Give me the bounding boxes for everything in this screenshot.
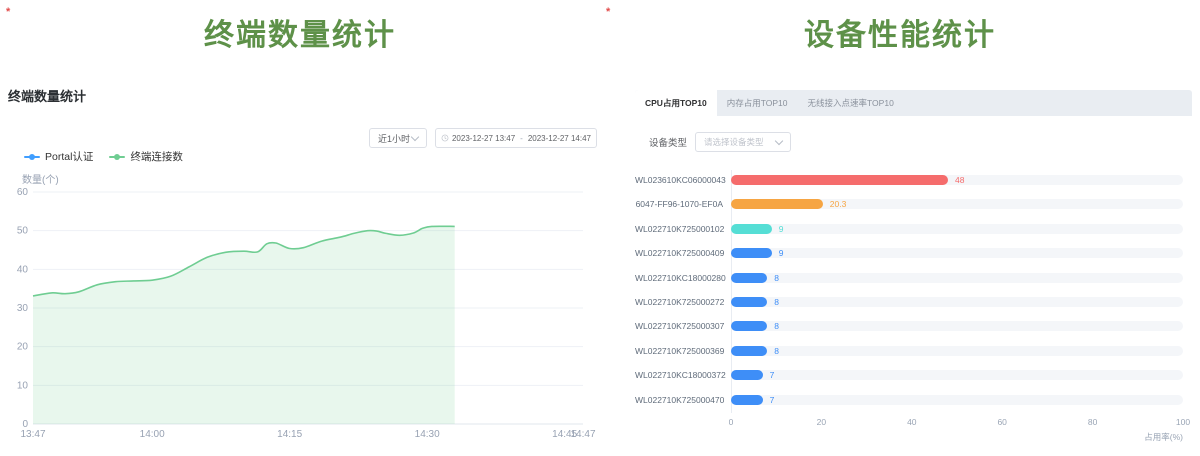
bar-WL022710K725000409 bbox=[731, 248, 772, 258]
bar-category-label: WL022710K725000102 bbox=[635, 224, 723, 234]
clock-icon bbox=[441, 133, 449, 143]
time-controls: 近1小时 2023-12-27 13:47 - 2023-12-27 14:47 bbox=[369, 128, 597, 148]
bar-WL022710KC18000280 bbox=[731, 273, 767, 283]
x-tick-label: 14:30 bbox=[415, 429, 440, 440]
x-tick-label: 40 bbox=[900, 417, 924, 427]
chart-legend: Portal认证 终端连接数 bbox=[24, 149, 183, 164]
legend-dot-icon bbox=[114, 154, 120, 160]
bar-value-label: 48 bbox=[955, 176, 964, 185]
bar-value-label: 9 bbox=[779, 225, 784, 234]
bar-category-label: WL022710KC18000280 bbox=[635, 273, 723, 283]
bar-track bbox=[731, 273, 1183, 283]
legend-dot-icon bbox=[29, 154, 35, 160]
bar-track bbox=[731, 346, 1183, 356]
y-tick-label: 60 bbox=[17, 187, 29, 198]
bar-category-label: WL022710K725000272 bbox=[635, 297, 723, 307]
terminal-connections-area bbox=[33, 226, 455, 424]
bar-value-label: 8 bbox=[774, 347, 779, 356]
bar-WL022710KC18000372 bbox=[731, 370, 763, 380]
legend-marker-icon bbox=[109, 156, 125, 158]
cpu-top10-bar-chart: WL023610KC06000043 48 6047-FF96-1070-EF0A 2… bbox=[635, 90, 1192, 456]
x-tick-label: 60 bbox=[990, 417, 1014, 427]
bar-value-label: 20.3 bbox=[830, 200, 847, 209]
bar-track bbox=[731, 224, 1183, 234]
y-tick-label: 50 bbox=[17, 226, 29, 237]
bar-WL022710K725000307 bbox=[731, 321, 767, 331]
bar-track bbox=[731, 297, 1183, 307]
bar-category-label: 6047-FF96-1070-EF0A bbox=[635, 199, 723, 209]
legend-item-portal-auth[interactable]: Portal认证 bbox=[24, 149, 93, 164]
bar-track bbox=[731, 395, 1183, 405]
left-chart-title: 终端数量统计 bbox=[8, 86, 86, 105]
x-tick-label: 14:47 bbox=[570, 429, 595, 440]
bar-WL022710K725000369 bbox=[731, 346, 767, 356]
x-tick-label: 14:15 bbox=[277, 429, 302, 440]
bar-category-label: WL022710K725000307 bbox=[635, 321, 723, 331]
bar-category-label: WL023610KC06000043 bbox=[635, 175, 723, 185]
device-performance-panel: * 设备性能统计 CPU占用TOP10内存占用TOP10无线接入点速率TOP10… bbox=[600, 0, 1200, 456]
x-tick-label: 20 bbox=[809, 417, 833, 427]
x-tick-label: 0 bbox=[719, 417, 743, 427]
legend-item-terminal-connections[interactable]: 终端连接数 bbox=[109, 149, 183, 164]
date-range-separator: - bbox=[520, 134, 523, 143]
bar-value-label: 8 bbox=[774, 298, 779, 307]
bar-value-label: 9 bbox=[779, 249, 784, 258]
date-range-picker[interactable]: 2023-12-27 13:47 - 2023-12-27 14:47 bbox=[435, 128, 597, 148]
x-tick-label: 14:00 bbox=[140, 429, 165, 440]
legend-label: Portal认证 bbox=[45, 149, 93, 164]
bar-value-label: 7 bbox=[770, 371, 775, 380]
bar-value-label: 8 bbox=[774, 274, 779, 283]
y-tick-label: 20 bbox=[17, 342, 29, 353]
bar-track bbox=[731, 248, 1183, 258]
bar-6047-FF96-1070-EF0A bbox=[731, 199, 823, 209]
bar-track bbox=[731, 370, 1183, 380]
bar-WL023610KC06000043 bbox=[731, 175, 948, 185]
bar-WL022710K725000272 bbox=[731, 297, 767, 307]
x-tick-label: 100 bbox=[1171, 417, 1195, 427]
bar-category-label: WL022710K725000409 bbox=[635, 248, 723, 258]
bar-value-label: 8 bbox=[774, 322, 779, 331]
bar-value-label: 7 bbox=[770, 396, 775, 405]
x-axis-name: 占用率(%) bbox=[1083, 431, 1183, 443]
terminal-count-panel: * 终端数量统计 终端数量统计 近1小时 2023-12-27 13:47 - … bbox=[0, 0, 600, 456]
bar-WL022710K725000102 bbox=[731, 224, 772, 234]
chevron-down-icon bbox=[411, 132, 419, 140]
terminal-count-line-chart: 010203040506013:4714:0014:1514:3014:4514… bbox=[0, 180, 620, 456]
left-panel-title: 终端数量统计 bbox=[0, 10, 600, 54]
date-range-start: 2023-12-27 13:47 bbox=[452, 134, 515, 143]
y-tick-label: 10 bbox=[17, 380, 29, 391]
performance-card: CPU占用TOP10内存占用TOP10无线接入点速率TOP10 设备类型 请选择… bbox=[635, 90, 1192, 456]
bar-track bbox=[731, 321, 1183, 331]
legend-marker-icon bbox=[24, 156, 40, 158]
right-panel-title: 设备性能统计 bbox=[600, 10, 1200, 54]
time-range-select[interactable]: 近1小时 bbox=[369, 128, 427, 148]
bar-WL022710K725000470 bbox=[731, 395, 763, 405]
y-tick-label: 40 bbox=[17, 264, 29, 275]
x-tick-label: 80 bbox=[1081, 417, 1105, 427]
bar-category-label: WL022710K725000369 bbox=[635, 346, 723, 356]
time-range-value: 近1小时 bbox=[378, 132, 410, 145]
bar-category-label: WL022710KC18000372 bbox=[635, 370, 723, 380]
legend-label: 终端连接数 bbox=[130, 149, 183, 164]
y-tick-label: 30 bbox=[17, 303, 29, 314]
bar-category-label: WL022710K725000470 bbox=[635, 395, 723, 405]
dashboard: * 终端数量统计 终端数量统计 近1小时 2023-12-27 13:47 - … bbox=[0, 0, 1200, 456]
date-range-end: 2023-12-27 14:47 bbox=[528, 134, 591, 143]
x-tick-label: 13:47 bbox=[20, 429, 45, 440]
